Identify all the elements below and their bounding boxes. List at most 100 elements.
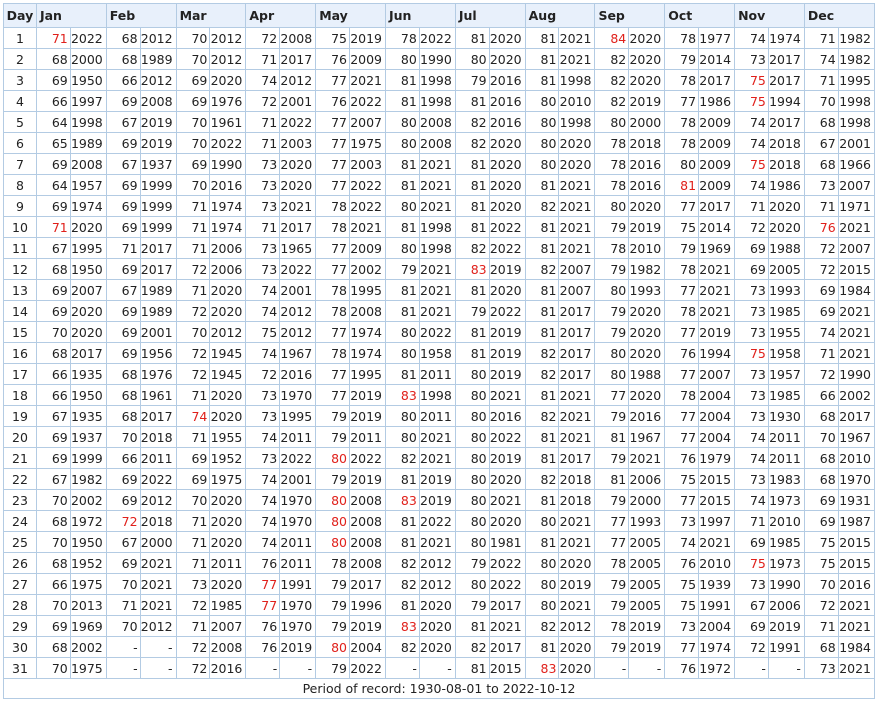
record-value: 69 bbox=[105, 174, 141, 196]
record-value: 78 bbox=[594, 174, 630, 196]
record-value: 72 bbox=[175, 636, 211, 658]
record-value: 69 bbox=[105, 216, 141, 238]
table-row: 19 67 1935 68 2017 74 2020 73 1995 79 2019 80 2011 80… bbox=[3, 405, 875, 427]
record-year: 2010 bbox=[628, 237, 666, 259]
record-year: 2018 bbox=[628, 132, 666, 154]
day-number: 31 bbox=[3, 657, 37, 679]
table-row: 1 71 2022 68 2012 70 2012 72 2008 75 2019 78 2022 81 2… bbox=[3, 27, 875, 49]
record-value: 82 bbox=[385, 552, 420, 574]
record-year: - bbox=[139, 636, 177, 658]
record-year: 1995 bbox=[279, 405, 317, 427]
record-year: 2019 bbox=[767, 615, 805, 637]
record-value: 68 bbox=[105, 405, 141, 427]
record-value: - bbox=[734, 657, 769, 679]
record-year: 2021 bbox=[837, 300, 875, 322]
record-year: 2009 bbox=[698, 132, 736, 154]
record-year: 2021 bbox=[837, 615, 875, 637]
record-value: 70 bbox=[35, 594, 71, 616]
record-value: 79 bbox=[594, 447, 630, 469]
record-year: 2012 bbox=[418, 552, 456, 574]
record-value: 74 bbox=[734, 174, 769, 196]
record-value: 81 bbox=[385, 69, 420, 91]
record-year: 2021 bbox=[418, 300, 456, 322]
record-value: 79 bbox=[454, 300, 490, 322]
record-value: 77 bbox=[664, 426, 700, 448]
day-number: 1 bbox=[3, 27, 37, 49]
record-year: 2019 bbox=[628, 636, 666, 658]
record-value-highlighted: 80 bbox=[315, 510, 351, 532]
record-value: 81 bbox=[454, 174, 490, 196]
record-value: 80 bbox=[454, 510, 490, 532]
record-year: 2020 bbox=[628, 195, 666, 217]
record-value: 74 bbox=[245, 489, 281, 511]
record-value: 80 bbox=[594, 363, 630, 385]
record-year: 1983 bbox=[767, 468, 805, 490]
record-year: 1930 bbox=[767, 405, 805, 427]
record-year: 2010 bbox=[767, 510, 805, 532]
record-value: 68 bbox=[35, 48, 71, 70]
record-year: 2022 bbox=[139, 468, 177, 490]
record-year: 2000 bbox=[628, 111, 666, 133]
record-value: 71 bbox=[175, 552, 211, 574]
record-value: 81 bbox=[385, 531, 420, 553]
record-year: 1950 bbox=[69, 258, 107, 280]
record-year: 2020 bbox=[628, 342, 666, 364]
record-year: 1950 bbox=[69, 531, 107, 553]
record-year: 2020 bbox=[418, 594, 456, 616]
day-number: 28 bbox=[3, 594, 37, 616]
day-number: 7 bbox=[3, 153, 37, 175]
record-value: 80 bbox=[385, 111, 420, 133]
record-year: 2017 bbox=[558, 447, 596, 469]
record-value: 81 bbox=[524, 447, 560, 469]
record-year: 2011 bbox=[279, 552, 317, 574]
record-value: 79 bbox=[315, 573, 351, 595]
record-value: 71 bbox=[175, 279, 211, 301]
record-value-highlighted: 72 bbox=[105, 510, 141, 532]
header-month-sep: Sep bbox=[594, 3, 666, 28]
record-year: 1931 bbox=[837, 489, 875, 511]
record-value: 71 bbox=[734, 510, 769, 532]
record-year: 2017 bbox=[279, 48, 317, 70]
record-value: 69 bbox=[175, 468, 211, 490]
record-year: 2021 bbox=[628, 447, 666, 469]
record-year: 2022 bbox=[349, 195, 386, 217]
record-year: 2022 bbox=[488, 552, 526, 574]
record-year: 1982 bbox=[837, 48, 875, 70]
record-value: 81 bbox=[454, 90, 490, 112]
record-value: 81 bbox=[524, 216, 560, 238]
record-year: 2021 bbox=[558, 195, 596, 217]
record-year: 1976 bbox=[139, 363, 177, 385]
record-year: 2022 bbox=[488, 426, 526, 448]
record-year: 2016 bbox=[488, 90, 526, 112]
record-value: 77 bbox=[315, 174, 351, 196]
table-row: 2 68 2000 68 1989 70 2012 71 2017 76 2009 80 1990 80 2… bbox=[3, 48, 875, 70]
record-value: 82 bbox=[524, 258, 560, 280]
record-year: 2020 bbox=[209, 531, 247, 553]
record-year: 2021 bbox=[418, 174, 456, 196]
record-year: 2020 bbox=[628, 69, 666, 91]
record-value-highlighted: 71 bbox=[35, 216, 71, 238]
record-value: 79 bbox=[315, 468, 351, 490]
record-value: 78 bbox=[315, 279, 351, 301]
table-row: 14 69 2020 69 1989 72 2020 74 2012 78 2008 81 2021 79… bbox=[3, 300, 875, 322]
table-row: 17 66 1935 68 1976 72 1945 72 2016 77 1995 81 2011 80… bbox=[3, 363, 875, 385]
record-value: 66 bbox=[35, 573, 71, 595]
record-year: 2004 bbox=[349, 636, 386, 658]
header-month-dec: Dec bbox=[803, 3, 875, 28]
record-value: 67 bbox=[35, 468, 71, 490]
record-value: 68 bbox=[803, 153, 839, 175]
record-year: 1970 bbox=[279, 594, 317, 616]
record-value-highlighted: 80 bbox=[315, 636, 351, 658]
record-year: 1984 bbox=[837, 636, 875, 658]
record-year: 1994 bbox=[767, 90, 805, 112]
record-year: 2006 bbox=[628, 468, 666, 490]
record-year: 1989 bbox=[139, 48, 177, 70]
record-year: 1969 bbox=[698, 237, 736, 259]
record-value: 75 bbox=[664, 468, 700, 490]
record-value: 71 bbox=[175, 384, 211, 406]
record-year: 2021 bbox=[698, 279, 736, 301]
record-year: - bbox=[139, 657, 177, 679]
record-year: 2020 bbox=[488, 195, 526, 217]
record-value: 77 bbox=[664, 363, 700, 385]
record-value: 78 bbox=[594, 132, 630, 154]
